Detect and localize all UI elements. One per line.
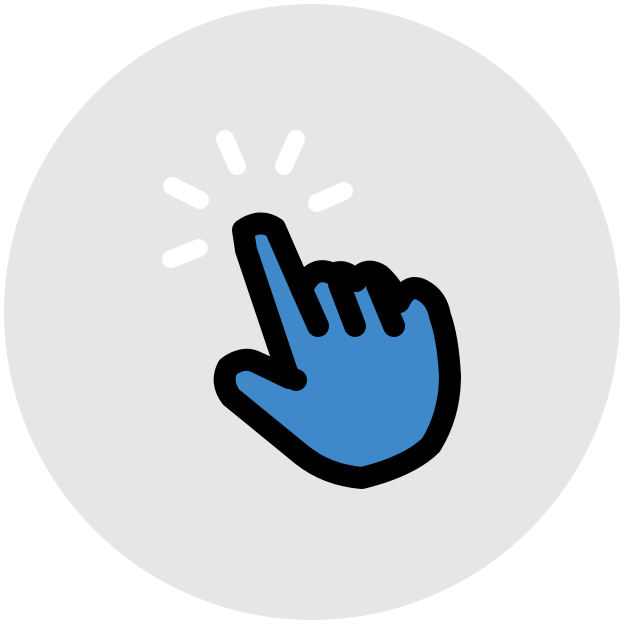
finger-line <box>328 273 366 337</box>
click-ray <box>162 239 208 268</box>
click-ray <box>275 130 305 175</box>
click-hand-icon <box>4 4 620 620</box>
click-ray <box>308 182 353 212</box>
click-ray <box>216 130 246 175</box>
finger-line <box>247 352 307 391</box>
finger-line <box>291 279 329 337</box>
icon-canvas <box>0 0 625 625</box>
finger-line <box>366 274 405 337</box>
click-ray <box>163 177 209 209</box>
